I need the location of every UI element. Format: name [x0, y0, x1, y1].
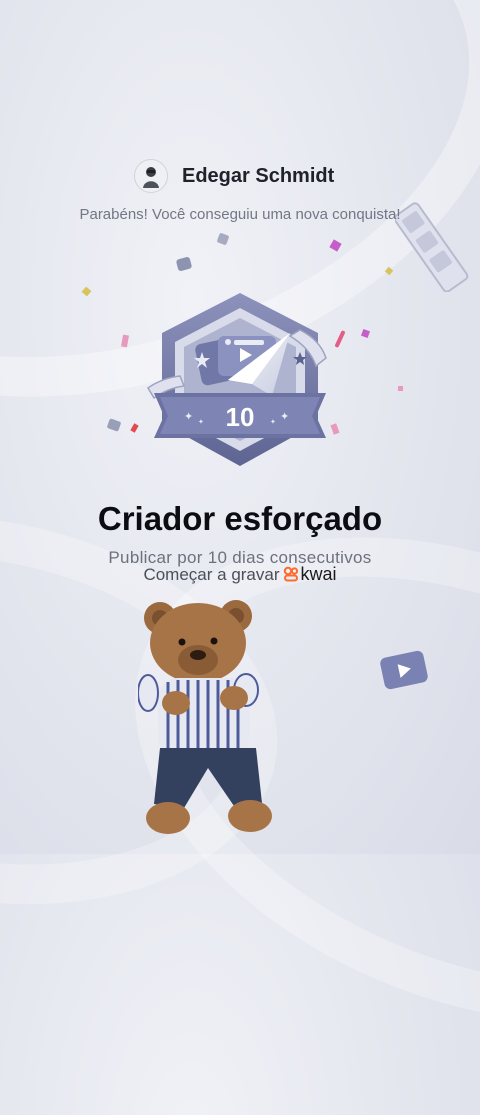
- kwai-brand-label: kwai: [300, 564, 337, 584]
- svg-text:✦: ✦: [280, 410, 289, 423]
- kwai-logo-icon: [283, 566, 298, 582]
- achievement-title: Criador esforçado: [97, 500, 383, 537]
- teddy-bear-sticker: [138, 600, 272, 834]
- achievement-badge-icon: ✦ ✦ ✦ ✦ 10: [147, 293, 327, 466]
- video-card-decoration: [380, 650, 428, 690]
- profile-header: Edegar Schmidt: [0, 157, 480, 195]
- confetti: [130, 423, 139, 433]
- user-name: Edegar Schmidt: [182, 165, 335, 187]
- svg-text:✦: ✦: [198, 418, 204, 426]
- start-recording-link[interactable]: Começar a gravar kwai: [0, 564, 480, 585]
- svg-text:✦: ✦: [270, 418, 276, 426]
- start-recording-label: Começar a gravar: [143, 565, 280, 584]
- confetti: [384, 266, 394, 276]
- confetti: [361, 329, 370, 338]
- user-avatar-icon[interactable]: [134, 159, 168, 193]
- svg-text:✦: ✦: [184, 410, 193, 423]
- badge-number: 10: [226, 402, 255, 432]
- congrats-message: Parabéns! Você conseguiu uma nova conqui…: [79, 206, 401, 223]
- confetti: [106, 418, 122, 432]
- confetti: [398, 386, 403, 391]
